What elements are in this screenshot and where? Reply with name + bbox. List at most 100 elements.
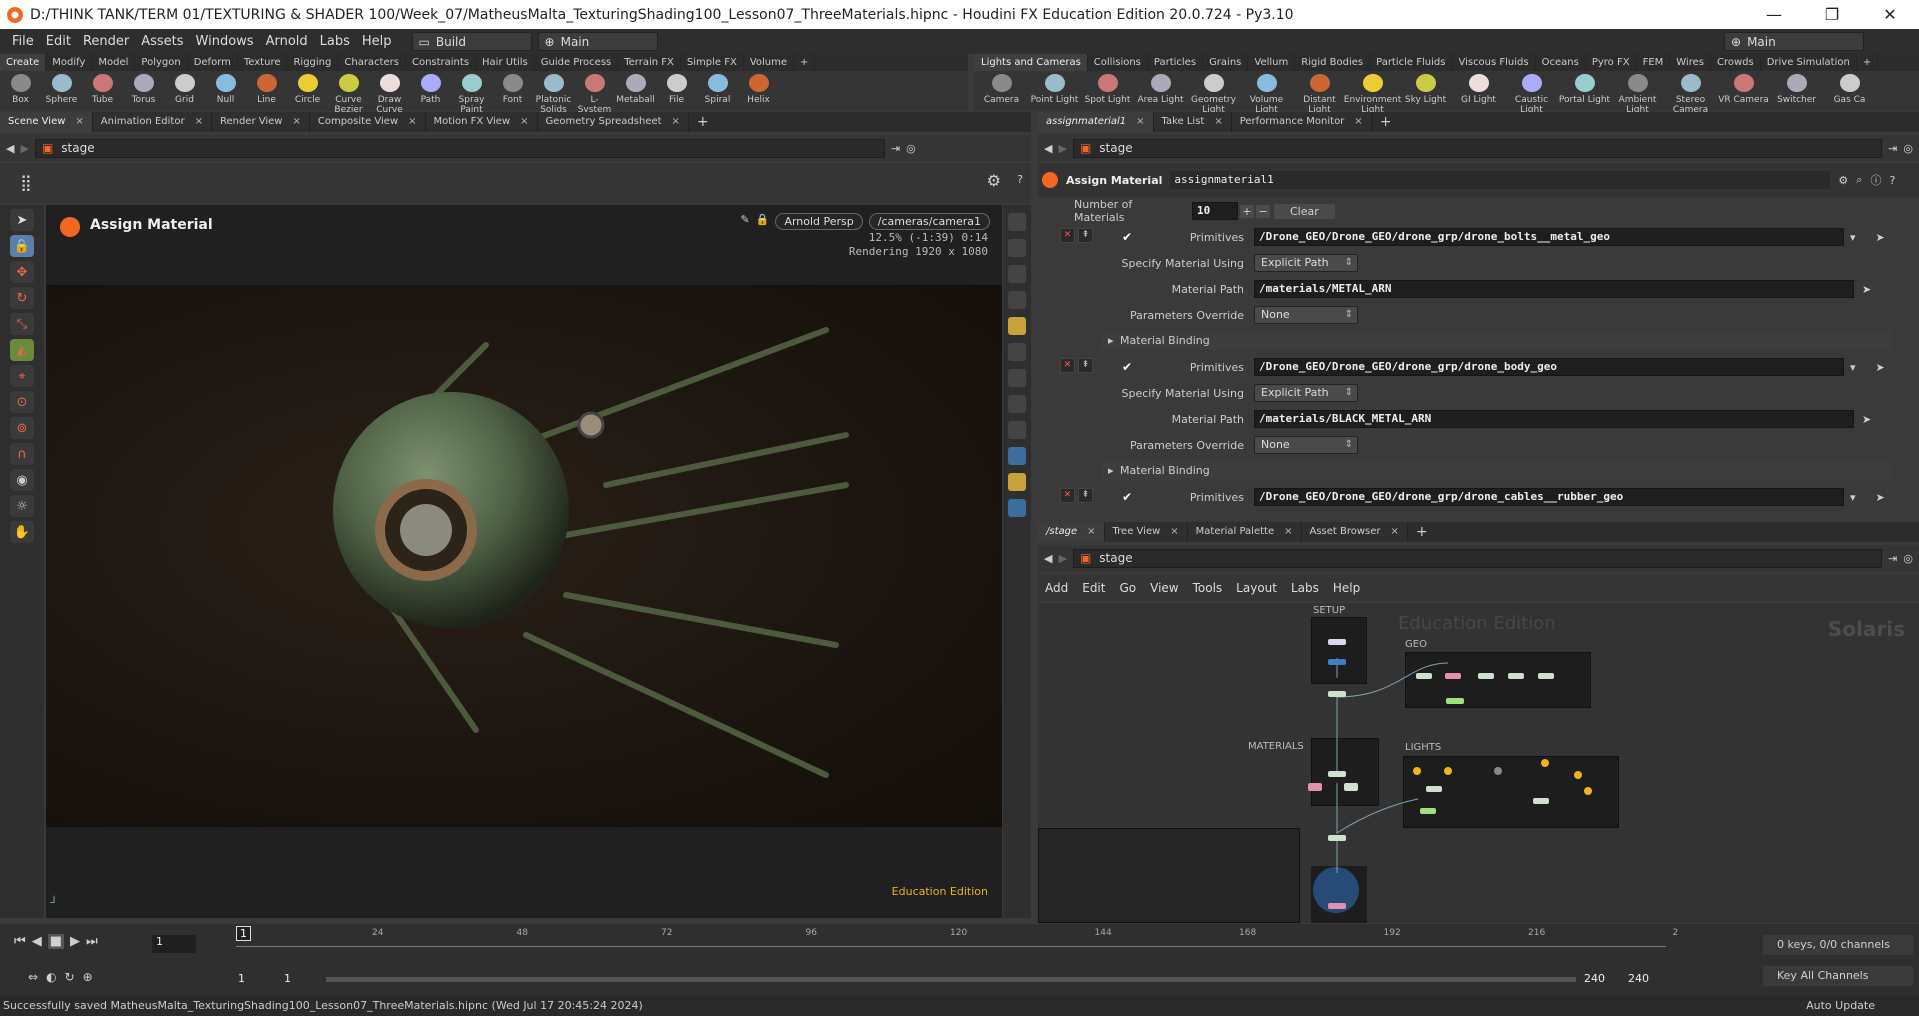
rotate-tool-icon[interactable]: ↻ (10, 287, 34, 309)
tool-camera[interactable]: Camera (975, 74, 1028, 105)
shelf-tab-[interactable]: + (794, 54, 816, 71)
menu-windows[interactable]: Windows (190, 34, 260, 49)
tab-render-view[interactable]: Render View × (211, 112, 310, 132)
menu-tools[interactable]: Tools (1186, 581, 1230, 595)
dropdown-arrow-icon[interactable]: ▾ (1850, 491, 1856, 504)
tool-spray-paint[interactable]: Spray Paint (451, 74, 492, 115)
tool-helix[interactable]: Helix (738, 74, 779, 105)
shelf-tab-hair-utils[interactable]: Hair Utils (476, 54, 535, 71)
tool-box[interactable]: Box (0, 74, 41, 105)
audio-icon[interactable]: ◐ (46, 970, 56, 984)
add-tab-icon[interactable]: + (1408, 524, 1436, 540)
shelf-tab-constraints[interactable]: Constraints (406, 54, 477, 71)
node-name-field[interactable]: assignmaterial1 (1170, 171, 1831, 189)
close-icon[interactable]: × (520, 112, 528, 132)
close-icon[interactable]: × (195, 112, 203, 132)
shelf-tab-particles[interactable]: Particles (1148, 54, 1204, 71)
shelf-tab-viscous-fluids[interactable]: Viscous Fluids (1452, 54, 1536, 71)
shelf-tab-texture[interactable]: Texture (238, 54, 288, 71)
select-arrow-icon[interactable]: ➤ (1876, 231, 1885, 244)
close-icon[interactable]: × (1136, 112, 1144, 132)
lasso-tool-icon[interactable]: ⊙ (10, 391, 34, 413)
grid-menu-icon[interactable]: ⣿ (20, 173, 32, 192)
select-arrow-icon[interactable]: ➤ (1862, 283, 1871, 296)
m2-spec-select[interactable]: Explicit Path (1254, 384, 1358, 402)
tab-motion-fx-view[interactable]: Motion FX View × (425, 112, 538, 132)
tool-ambient-light[interactable]: Ambient Light (1611, 74, 1664, 115)
shelf-tab-wires[interactable]: Wires (1670, 54, 1711, 71)
lock-icon[interactable]: 🔒 (756, 213, 770, 230)
tool-vr-camera[interactable]: VR Camera (1717, 74, 1770, 105)
render-region-icon[interactable] (1008, 499, 1026, 517)
ghost-icon[interactable] (1008, 473, 1026, 491)
jump-end-icon[interactable]: ⏭ (86, 934, 98, 949)
forward-arrow-icon[interactable]: ▶ (20, 142, 28, 155)
remove-multiparm-icon[interactable]: ✕ (1060, 358, 1075, 373)
tool-platonic-solids[interactable]: Platonic Solids (533, 74, 574, 115)
hand-tool-icon[interactable]: ✋ (10, 521, 34, 543)
close-icon[interactable]: × (292, 112, 300, 132)
tool-sphere[interactable]: Sphere (41, 74, 82, 105)
settings-gear-icon[interactable]: ⚙ (987, 171, 1001, 190)
jump-start-icon[interactable]: ⏮ (14, 934, 26, 949)
play-reverse-icon[interactable]: ◀ (32, 934, 42, 949)
tab-animation-editor[interactable]: Animation Editor × (92, 112, 212, 132)
light-tool-icon[interactable]: ☼ (10, 495, 34, 517)
view-tool-icon[interactable]: ◉ (10, 469, 34, 491)
close-button[interactable]: ✕ (1861, 0, 1919, 29)
info-icon[interactable]: ⓘ (1870, 172, 1881, 188)
m3-prims-field[interactable]: /Drone_GEO/Drone_GEO/drone_grp/drone_cab… (1254, 488, 1844, 506)
close-icon[interactable]: × (408, 112, 416, 132)
move-tool-icon[interactable]: ✥ (10, 261, 34, 283)
tool-grid[interactable]: Grid (164, 74, 205, 105)
camera-select[interactable]: /cameras/camera1 (868, 213, 990, 230)
shelf-tab-create[interactable]: Create (0, 54, 47, 71)
m2-override-select[interactable]: None (1254, 436, 1358, 454)
tool-line[interactable]: Line (246, 74, 287, 105)
context-select[interactable]: ⊕ Main (537, 32, 658, 51)
shelf-tab-characters[interactable]: Characters (338, 54, 406, 71)
shelf-tab-simple-fx[interactable]: Simple FX (681, 54, 744, 71)
shelf-tab-fem[interactable]: FEM (1637, 54, 1671, 71)
end-frame-field[interactable]: 240 (1584, 972, 1605, 985)
remove-material-button[interactable]: − (1256, 204, 1270, 218)
tool-l-system[interactable]: L-System (574, 74, 615, 115)
menu-edit[interactable]: Edit (1075, 581, 1112, 595)
tool-portal-light[interactable]: Portal Light (1558, 74, 1611, 105)
shelf-tab-vellum[interactable]: Vellum (1248, 54, 1296, 71)
menu-edit[interactable]: Edit (40, 34, 77, 49)
fps-icon[interactable]: ⊕ (83, 970, 93, 984)
enable-checkbox[interactable]: ✔ (1122, 360, 1136, 374)
network-path-field[interactable]: ▣ stage (1072, 548, 1883, 568)
enable-checkbox[interactable]: ✔ (1122, 490, 1136, 504)
tab-composite-view[interactable]: Composite View × (309, 112, 426, 132)
stop-icon[interactable]: ■ (47, 934, 64, 949)
pin-icon[interactable]: ⇥ (1888, 552, 1897, 565)
tab-asset-browser[interactable]: Asset Browser × (1301, 522, 1408, 542)
tab-tree-view[interactable]: Tree View × (1104, 522, 1188, 542)
scene-path-field[interactable]: ▣ stage (34, 138, 885, 158)
tab-geometry-spreadsheet[interactable]: Geometry Spreadsheet × (537, 112, 689, 132)
desktop-select[interactable]: ▭ Build (411, 32, 532, 51)
end-frame-field-2[interactable]: 240 (1628, 972, 1649, 985)
tool-area-light[interactable]: Area Light (1134, 74, 1187, 105)
close-icon[interactable]: × (1391, 522, 1399, 542)
right-context-select[interactable]: ⊕ Main (1724, 32, 1864, 51)
menu-assets[interactable]: Assets (135, 34, 189, 49)
pose-tool-icon[interactable]: ⌖ (10, 365, 34, 387)
forward-arrow-icon[interactable]: ▶ (1058, 552, 1066, 565)
start-frame-field[interactable]: 1 (238, 972, 245, 985)
link-icon[interactable]: ◎ (1903, 552, 1913, 565)
tool-gas-ca[interactable]: Gas Ca (1823, 74, 1876, 105)
scale-tool-icon[interactable]: ⤡ (10, 313, 34, 335)
gear-icon[interactable]: ⚙ (1838, 174, 1848, 187)
menu-labs[interactable]: Labs (314, 34, 356, 49)
timeline-ruler[interactable] (236, 946, 1666, 947)
shelf-tab-modify[interactable]: Modify (46, 54, 93, 71)
back-arrow-icon[interactable]: ◀ (1044, 142, 1052, 155)
shelf-tab-polygon[interactable]: Polygon (135, 54, 188, 71)
play-icon[interactable]: ▶ (70, 934, 80, 949)
clear-button[interactable]: Clear (1274, 203, 1335, 219)
tool-spiral[interactable]: Spiral (697, 74, 738, 105)
tool-curve-bezier[interactable]: Curve Bezier (328, 74, 369, 115)
